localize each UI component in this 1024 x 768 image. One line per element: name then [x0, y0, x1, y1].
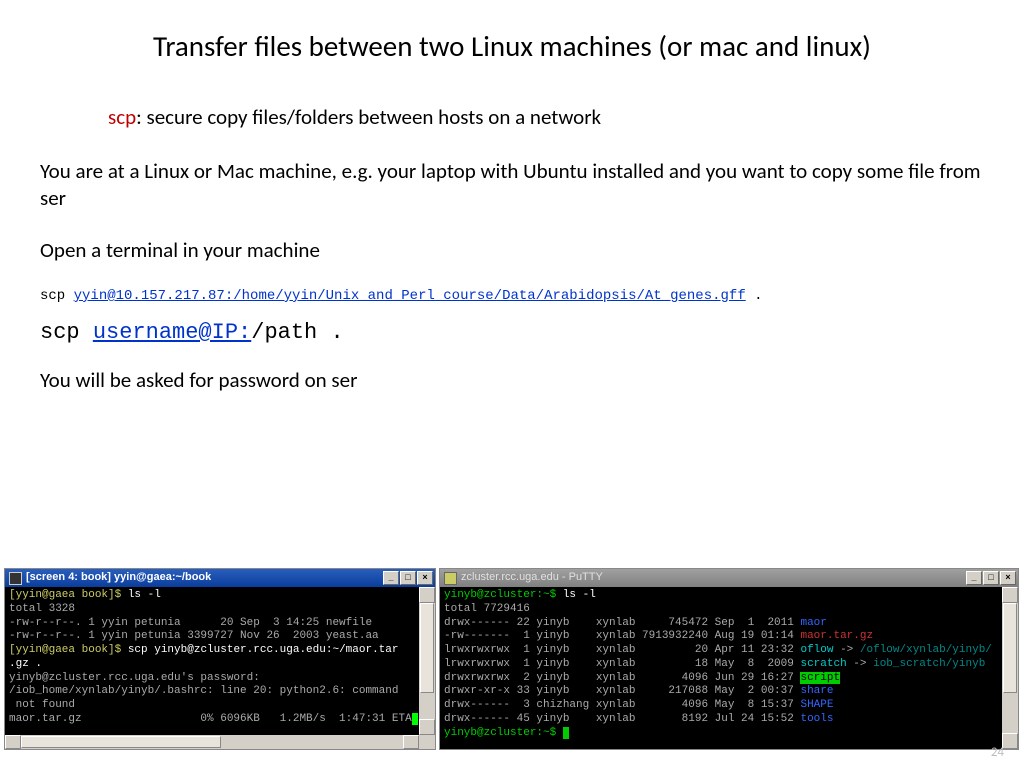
ls-row: lrwxrwxrwx 1 yinyb xynlab 18 May 8 2009 [444, 658, 800, 670]
file-name: maor.tar.gz [800, 630, 873, 642]
arrow: -> [847, 658, 873, 670]
cmd2-prefix: scp [40, 320, 93, 345]
paragraph-1: You are at a Linux or Mac machine, e.g. … [40, 158, 984, 213]
dir-name: tools [800, 713, 833, 725]
ls-row: drwx------ 22 yinyb xynlab 745472 Sep 1 … [444, 617, 800, 629]
error: not found [9, 699, 75, 711]
slide-title: Transfer files between two Linux machine… [40, 28, 984, 64]
scroll-up-icon[interactable] [419, 587, 435, 603]
maximize-button[interactable]: □ [983, 571, 999, 585]
subtitle-text: : secure copy files/folders between host… [136, 104, 601, 130]
ls-row: drwx------ 45 yinyb xynlab 8192 Jul 24 1… [444, 713, 800, 725]
scp-remote-path-link[interactable]: yyin@10.157.217.87:/home/yyin/Unix_and_P… [74, 288, 746, 304]
output: -rw-r--r--. 1 yyin petunia 3399727 Nov 2… [9, 630, 379, 642]
terminal-body[interactable]: yinyb@zcluster:~$ ls -l total 7729416 dr… [440, 587, 1018, 749]
titlebar-text: [screen 4: book] yyin@gaea:~/book [9, 571, 211, 585]
scroll-left-icon[interactable] [5, 735, 21, 749]
output: total 7729416 [444, 603, 530, 615]
link-name: scratch [800, 658, 846, 670]
maximize-button[interactable]: □ [400, 571, 416, 585]
terminal-putty: zcluster.rcc.uga.edu - PuTTY _ □ × yinyb… [439, 568, 1019, 750]
cmd-cont: .gz . [9, 658, 42, 670]
scp-example-generic: scp username@IP:/path . [40, 320, 984, 345]
page-number: 24 [991, 745, 1004, 760]
paragraph-3: You will be asked for password on ser [40, 367, 984, 394]
link-target: iob_scratch/yinyb [873, 658, 985, 670]
window-title: zcluster.rcc.uga.edu - PuTTY [461, 571, 603, 585]
prompt: yinyb@zcluster:~$ [444, 727, 563, 739]
dir-name: share [800, 685, 833, 697]
paragraph-2: Open a terminal in your machine [40, 237, 984, 264]
minimize-button[interactable]: _ [966, 571, 982, 585]
cursor [563, 727, 570, 739]
progress: maor.tar.gz 0% 6096KB 1.2MB/s 1:47:31 ET… [9, 713, 412, 725]
close-button[interactable]: × [1000, 571, 1016, 585]
scroll-corner [419, 735, 435, 749]
cmd-dot: . [746, 288, 763, 304]
scroll-thumb-h[interactable] [21, 736, 221, 748]
scp-label: scp [108, 104, 136, 130]
ls-row: drwx------ 3 chizhang xynlab 4096 May 8 … [444, 699, 800, 711]
subtitle: scp: secure copy files/folders between h… [108, 104, 1024, 130]
window-controls: _ □ × [383, 571, 433, 585]
terminal-gaea: [screen 4: book] yyin@gaea:~/book _ □ × … [4, 568, 436, 750]
close-button[interactable]: × [417, 571, 433, 585]
password-prompt: yinyb@zcluster.rcc.uga.edu's password: [9, 672, 260, 684]
scrollbar-vertical[interactable] [1002, 587, 1018, 749]
titlebar-text: zcluster.rcc.uga.edu - PuTTY [444, 571, 603, 585]
scroll-up-icon[interactable] [1002, 587, 1018, 603]
cmd: ls -l [128, 589, 161, 601]
output: -rw-r--r--. 1 yyin petunia 20 Sep 3 14:2… [9, 617, 372, 629]
dir-name: SHAPE [800, 699, 833, 711]
terminal-icon [9, 572, 22, 585]
scroll-thumb[interactable] [1003, 603, 1017, 693]
cmd-prefix: scp [40, 288, 74, 304]
cmd2-path: /path . [251, 320, 343, 345]
ls-row: lrwxrwxrwx 1 yinyb xynlab 20 Apr 11 23:3… [444, 644, 800, 656]
minimize-button[interactable]: _ [383, 571, 399, 585]
cmd: scp yinyb@zcluster.rcc.uga.edu:~/maor.ta… [128, 644, 399, 656]
ls-row: -rw------- 1 yinyb xynlab 7913932240 Aug… [444, 630, 800, 642]
putty-icon [444, 572, 457, 585]
slide: Transfer files between two Linux machine… [0, 0, 1024, 768]
cmd: ls -l [563, 589, 596, 601]
window-controls: _ □ × [966, 571, 1016, 585]
prompt: [yyin@gaea book]$ [9, 644, 128, 656]
prompt: [yyin@gaea book]$ [9, 589, 128, 601]
terminals-row: [screen 4: book] yyin@gaea:~/book _ □ × … [4, 568, 1020, 750]
error: /iob_home/xynlab/yinyb/.bashrc: line 20:… [9, 685, 398, 697]
ls-row: drwxr-xr-x 33 yinyb xynlab 217088 May 2 … [444, 685, 800, 697]
prompt: yinyb@zcluster:~$ [444, 589, 563, 601]
scroll-thumb[interactable] [420, 603, 434, 693]
scroll-down-icon[interactable] [1002, 733, 1018, 749]
dir-name: maor [800, 617, 826, 629]
scroll-right-icon[interactable] [403, 735, 419, 749]
scrollbar-vertical[interactable] [419, 587, 435, 735]
scp-example-full: scp yyin@10.157.217.87:/home/yyin/Unix_a… [40, 288, 984, 304]
arrow: -> [833, 644, 859, 656]
terminal-body[interactable]: [yyin@gaea book]$ ls -l total 3328 -rw-r… [5, 587, 435, 749]
link-name: oflow [800, 644, 833, 656]
titlebar-putty[interactable]: zcluster.rcc.uga.edu - PuTTY _ □ × [440, 569, 1018, 587]
scroll-down-icon[interactable] [419, 719, 435, 735]
link-target: /oflow/xynlab/yinyb/ [860, 644, 992, 656]
output: total 3328 [9, 603, 75, 615]
scp-user-ip-link[interactable]: username@IP: [93, 320, 251, 345]
dir-name: script [800, 672, 840, 684]
scrollbar-horizontal[interactable] [5, 735, 419, 749]
window-title: [screen 4: book] yyin@gaea:~/book [26, 571, 211, 585]
titlebar-gaea[interactable]: [screen 4: book] yyin@gaea:~/book _ □ × [5, 569, 435, 587]
cursor [412, 713, 419, 725]
ls-row: drwxrwxrwx 2 yinyb xynlab 4096 Jun 29 16… [444, 672, 800, 684]
